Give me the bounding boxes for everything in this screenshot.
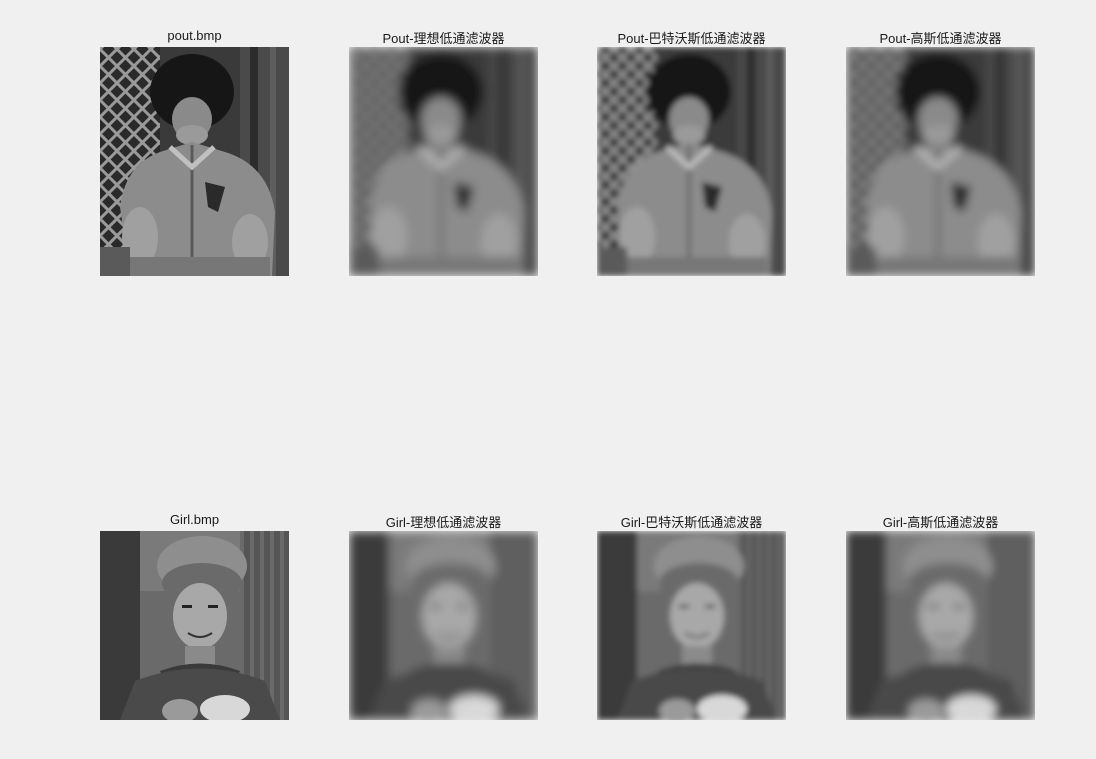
subplot-girl-butterworth-lowpass: Girl-巴特沃斯低通滤波器 (597, 515, 786, 720)
subplot-girl-original: Girl.bmp (100, 512, 289, 720)
subplot-title: Pout-理想低通滤波器 (382, 31, 505, 46)
subplot-pout-gaussian-lowpass: Pout-高斯低通滤波器 (846, 31, 1035, 276)
girl-butterworth-lowpass-image (597, 531, 786, 720)
subplot-title: Girl.bmp (169, 512, 220, 527)
subplot-pout-ideal-lowpass: Pout-理想低通滤波器 (349, 31, 538, 276)
pout-gaussian-lowpass-image (846, 47, 1035, 276)
subplot-title: Girl-理想低通滤波器 (385, 515, 502, 530)
subplot-title: Girl-高斯低通滤波器 (882, 515, 999, 530)
pout-original-image (100, 47, 289, 276)
subplot-title: pout.bmp (167, 28, 222, 43)
pout-butterworth-lowpass-image (597, 47, 786, 276)
girl-original-image (100, 531, 289, 720)
girl-gaussian-lowpass-image (846, 531, 1035, 720)
pout-ideal-lowpass-image (349, 47, 538, 276)
subplot-title: Girl-巴特沃斯低通滤波器 (620, 515, 763, 530)
subplot-pout-butterworth-lowpass: Pout-巴特沃斯低通滤波器 (597, 31, 786, 276)
subplot-girl-gaussian-lowpass: Girl-高斯低通滤波器 (846, 515, 1035, 720)
subplot-title: Pout-巴特沃斯低通滤波器 (617, 31, 766, 46)
girl-ideal-lowpass-image (349, 531, 538, 720)
subplot-title: Pout-高斯低通滤波器 (879, 31, 1002, 46)
subplot-girl-ideal-lowpass: Girl-理想低通滤波器 (349, 515, 538, 720)
subplot-pout-original: pout.bmp (100, 28, 289, 276)
